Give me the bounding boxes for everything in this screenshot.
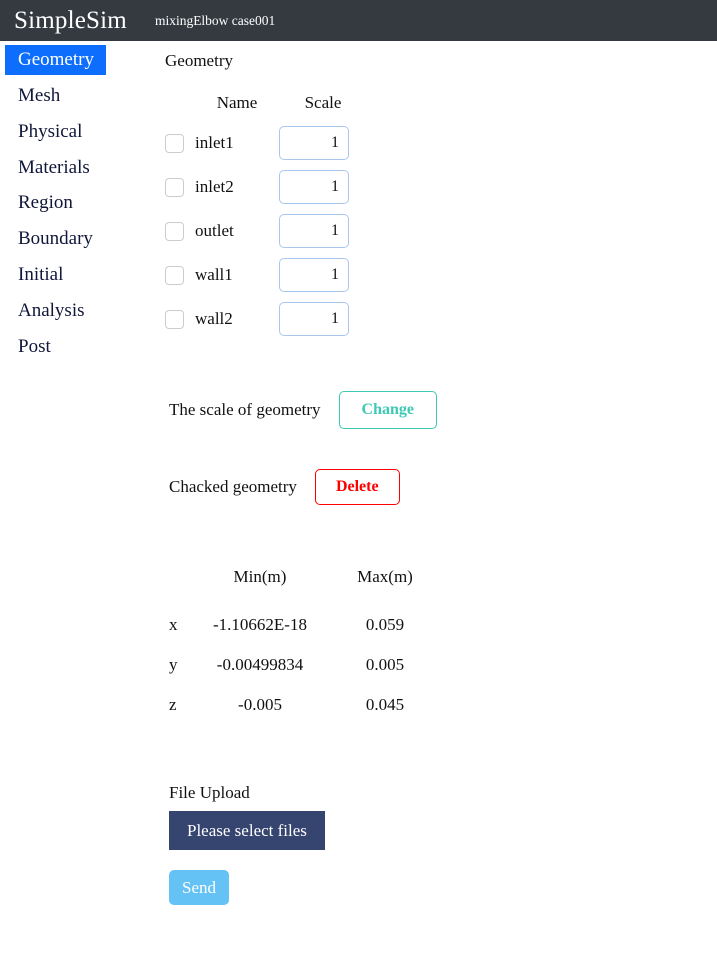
sidebar-item-label: Mesh	[18, 84, 61, 106]
bounds-column-header-min: Min(m)	[233, 567, 287, 586]
bounds-table: Min(m) Max(m) x -1.10662E-18 0.059 y -0.…	[169, 567, 445, 725]
sidebar-item-geometry[interactable]: Geometry	[5, 45, 106, 75]
app-brand: SimpleSim	[14, 7, 127, 34]
scale-input-outlet[interactable]	[279, 214, 349, 248]
scale-action-label: The scale of geometry	[169, 400, 321, 419]
geometry-row-checkbox-inlet2[interactable]	[165, 177, 184, 197]
table-row: inlet1	[165, 121, 367, 165]
geometry-row-name-wall2: wall2	[195, 309, 233, 328]
column-header-spacer	[165, 93, 195, 121]
sidebar-item-physical[interactable]: Physical	[5, 117, 94, 147]
table-header-row: Name Scale	[165, 93, 367, 121]
delete-action-row: Chacked geometry Delete	[169, 469, 717, 505]
column-header-scale: Scale	[304, 93, 342, 112]
bounds-axis-y: y	[169, 655, 178, 674]
bounds-max-x: 0.059	[365, 615, 405, 634]
send-row: Send	[169, 850, 717, 905]
sidebar-item-materials[interactable]: Materials	[5, 153, 102, 183]
geometry-row-checkbox-inlet1[interactable]	[165, 133, 184, 153]
bounds-min-y: -0.00499834	[216, 655, 304, 674]
sidebar-item-label: Physical	[18, 120, 83, 142]
case-name-label: mixingElbow case001	[154, 12, 276, 28]
sidebar-item-analysis[interactable]: Analysis	[5, 296, 97, 326]
app-header: SimpleSim mixingElbow case001	[0, 0, 717, 41]
delete-geometry-button[interactable]: Delete	[314, 469, 400, 505]
bounds-max-y: 0.005	[365, 655, 405, 674]
sidebar-item-label: Post	[18, 335, 51, 357]
sidebar-item-region[interactable]: Region	[5, 188, 85, 218]
table-row: inlet2	[165, 165, 367, 209]
scale-input-wall1[interactable]	[279, 258, 349, 292]
sidebar-item-post[interactable]: Post	[5, 332, 63, 362]
sidebar-item-label: Analysis	[18, 299, 85, 321]
file-upload-label: File Upload	[169, 783, 250, 802]
bounds-header-row: Min(m) Max(m)	[169, 567, 445, 605]
file-upload-section: File Upload Please select files Send	[169, 783, 717, 905]
geometry-row-checkbox-wall1[interactable]	[165, 265, 184, 285]
delete-action-label: Chacked geometry	[169, 477, 297, 496]
page-layout: Geometry Mesh Physical Materials Region …	[0, 41, 717, 905]
change-scale-button[interactable]: Change	[338, 391, 437, 429]
sidebar-item-label: Region	[18, 192, 73, 214]
table-row: x -1.10662E-18 0.059	[169, 605, 445, 645]
sidebar-item-initial[interactable]: Initial	[5, 260, 75, 290]
sidebar: Geometry Mesh Physical Materials Region …	[0, 41, 160, 368]
sidebar-item-label: Boundary	[18, 228, 93, 250]
sidebar-item-boundary[interactable]: Boundary	[5, 224, 105, 254]
sidebar-item-label: Geometry	[18, 49, 94, 70]
bounds-axis-x: x	[169, 615, 178, 634]
geometry-table: Name Scale inlet1 1 inlet2 1 outlet 1 wa…	[165, 93, 367, 341]
geometry-row-name-inlet2: inlet2	[195, 177, 234, 196]
table-row: wall1	[165, 253, 367, 297]
column-header-name: Name	[216, 93, 258, 112]
geometry-row-name-outlet: outlet	[195, 221, 234, 240]
geometry-row-checkbox-outlet[interactable]	[165, 221, 184, 241]
bounds-header-spacer	[169, 567, 195, 605]
scale-input-wall2[interactable]	[279, 302, 349, 336]
sidebar-item-mesh[interactable]: Mesh	[5, 81, 72, 111]
bounds-max-z: 0.045	[365, 695, 405, 714]
table-row: wall2	[165, 297, 367, 341]
geometry-row-name-inlet1: inlet1	[195, 133, 234, 152]
sidebar-item-label: Materials	[18, 156, 90, 178]
scale-input-inlet2[interactable]	[279, 170, 349, 204]
send-button[interactable]: Send	[169, 870, 229, 905]
bounds-axis-z: z	[169, 695, 177, 714]
scale-action-row: The scale of geometry Change	[169, 391, 717, 429]
bounds-column-header-max: Max(m)	[357, 567, 413, 586]
bounds-section: Min(m) Max(m) x -1.10662E-18 0.059 y -0.…	[169, 567, 717, 725]
select-files-button[interactable]: Please select files	[169, 811, 325, 850]
geometry-row-name-wall1: wall1	[195, 265, 233, 284]
bounds-min-x: -1.10662E-18	[213, 615, 307, 634]
table-row: y -0.00499834 0.005	[169, 645, 445, 685]
geometry-row-checkbox-wall2[interactable]	[165, 309, 184, 329]
sidebar-item-label: Initial	[18, 264, 64, 286]
bounds-min-z: -0.005	[238, 695, 282, 714]
main-content: Geometry Name Scale inlet1 1 inlet2 1 ou…	[160, 41, 717, 905]
table-row: z -0.005 0.045	[169, 685, 445, 725]
scale-input-inlet1[interactable]	[279, 126, 349, 160]
table-row: outlet	[165, 209, 367, 253]
page-title: Geometry	[165, 51, 233, 70]
